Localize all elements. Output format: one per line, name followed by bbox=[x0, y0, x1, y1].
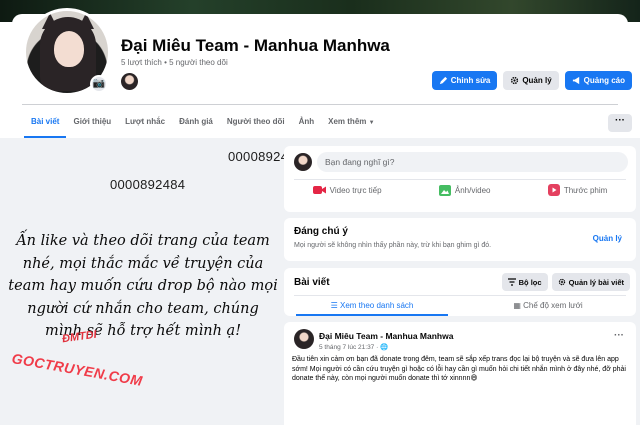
more-options-button[interactable]: ··· bbox=[608, 114, 632, 132]
list-view-label: Xem theo danh sách bbox=[340, 301, 414, 310]
page-header: 📷 Đại Miêu Team - Manhua Manhwa 5 lượt t… bbox=[0, 0, 640, 138]
filter-icon bbox=[507, 278, 516, 286]
post-author-name[interactable]: Đại Miêu Team - Manhua Manhwa bbox=[319, 331, 453, 341]
composer-actions: Video trực tiếp Ảnh/video Thước phim bbox=[284, 184, 636, 196]
page-title: Đại Miêu Team - Manhua Manhwa bbox=[121, 36, 390, 55]
edit-button[interactable]: Chỉnh sửa bbox=[431, 71, 498, 90]
header-divider bbox=[22, 104, 618, 105]
reels-label: Thước phim bbox=[563, 185, 608, 195]
header-actions: Chỉnh sửa Quản lý Quảng cáo bbox=[431, 71, 632, 90]
manage-button-label: Quản lý bbox=[522, 76, 552, 85]
grid-view-label: Chế độ xem lưới bbox=[523, 301, 583, 310]
post-card: Đại Miêu Team - Manhua Manhwa 5 tháng 7 … bbox=[284, 322, 636, 425]
post-composer: Bạn đang nghĩ gì? Video trực tiếp Ảnh/vi… bbox=[284, 146, 636, 212]
list-view-tab[interactable]: ☰ Xem theo danh sách bbox=[284, 296, 460, 316]
post-body: Đầu tiên xin cảm ơn bạn đã donate trong … bbox=[292, 356, 626, 383]
watermark-site: GOCTRUYEN.COM bbox=[10, 350, 144, 389]
tab-reviews[interactable]: Đánh giá bbox=[172, 106, 220, 138]
photo-video-button[interactable]: Ảnh/video bbox=[438, 184, 491, 196]
tab-followers[interactable]: Người theo dõi bbox=[220, 106, 292, 138]
live-video-label: Video trực tiếp bbox=[329, 185, 382, 195]
manage-posts-label: Quản lý bài viết bbox=[568, 277, 624, 287]
featured-title: Đáng chú ý bbox=[294, 226, 348, 237]
live-video-button[interactable]: Video trực tiếp bbox=[312, 184, 382, 196]
featured-card: Đáng chú ý Mọi người sẽ không nhìn thấy … bbox=[284, 218, 636, 261]
tab-photos[interactable]: Ảnh bbox=[292, 106, 322, 138]
tab-more[interactable]: Xem thêm ▼ bbox=[321, 106, 381, 138]
gear-icon bbox=[511, 76, 519, 85]
ads-button[interactable]: Quảng cáo bbox=[564, 71, 632, 90]
posts-header: Bài viết Bộ lọc Quản lý bài viết ☰ Xem t… bbox=[284, 268, 636, 316]
tab-mentions[interactable]: Lượt nhắc bbox=[118, 106, 172, 138]
composer-input[interactable]: Bạn đang nghĩ gì? bbox=[317, 152, 628, 172]
overlay-code-left: 0000892484 bbox=[110, 177, 186, 192]
tab-more-label: Xem thêm bbox=[328, 117, 367, 126]
video-camera-icon bbox=[312, 186, 326, 194]
manage-posts-button[interactable]: Quản lý bài viết bbox=[551, 273, 630, 291]
tab-posts[interactable]: Bài viết bbox=[24, 106, 67, 138]
pencil-icon bbox=[439, 76, 447, 85]
page-stats[interactable]: 5 lượt thích • 5 người theo dõi bbox=[121, 58, 228, 67]
photo-video-label: Ảnh/video bbox=[454, 185, 491, 195]
tab-about[interactable]: Giới thiệu bbox=[66, 106, 118, 138]
post-timestamp[interactable]: 5 tháng 7 lúc 21:37 · 🌐 bbox=[319, 343, 388, 351]
post-menu-icon[interactable]: ··· bbox=[614, 330, 624, 341]
filter-button[interactable]: Bộ lọc bbox=[501, 273, 548, 291]
featured-manage-link[interactable]: Quản lý bbox=[593, 234, 622, 243]
gear-icon bbox=[558, 278, 565, 286]
follower-avatar[interactable] bbox=[121, 73, 138, 90]
posts-title: Bài viết bbox=[294, 277, 330, 288]
camera-icon[interactable]: 📷 bbox=[90, 75, 108, 93]
promo-message: Ấn like và theo dõi trang của team nhé, … bbox=[8, 233, 278, 339]
megaphone-icon bbox=[572, 76, 579, 85]
page-tabs: Bài viết Giới thiệu Lượt nhắc Đánh giá N… bbox=[24, 106, 382, 138]
caret-down-icon: ▼ bbox=[368, 120, 375, 126]
reels-icon bbox=[547, 184, 560, 196]
ads-button-label: Quảng cáo bbox=[583, 76, 625, 85]
grid-icon: ▦ bbox=[513, 301, 521, 310]
post-author-avatar[interactable] bbox=[294, 329, 314, 349]
grid-view-tab[interactable]: ▦ Chế độ xem lưới bbox=[460, 296, 636, 316]
list-icon: ☰ bbox=[330, 301, 338, 310]
composer-avatar bbox=[294, 153, 312, 171]
edit-button-label: Chỉnh sửa bbox=[450, 76, 491, 85]
photo-icon bbox=[438, 184, 451, 196]
filter-label: Bộ lọc bbox=[518, 277, 542, 287]
reels-button[interactable]: Thước phim bbox=[547, 184, 608, 196]
manage-button[interactable]: Quản lý bbox=[503, 71, 559, 90]
featured-description: Mọi người sẽ không nhìn thấy phần này, t… bbox=[294, 242, 492, 249]
